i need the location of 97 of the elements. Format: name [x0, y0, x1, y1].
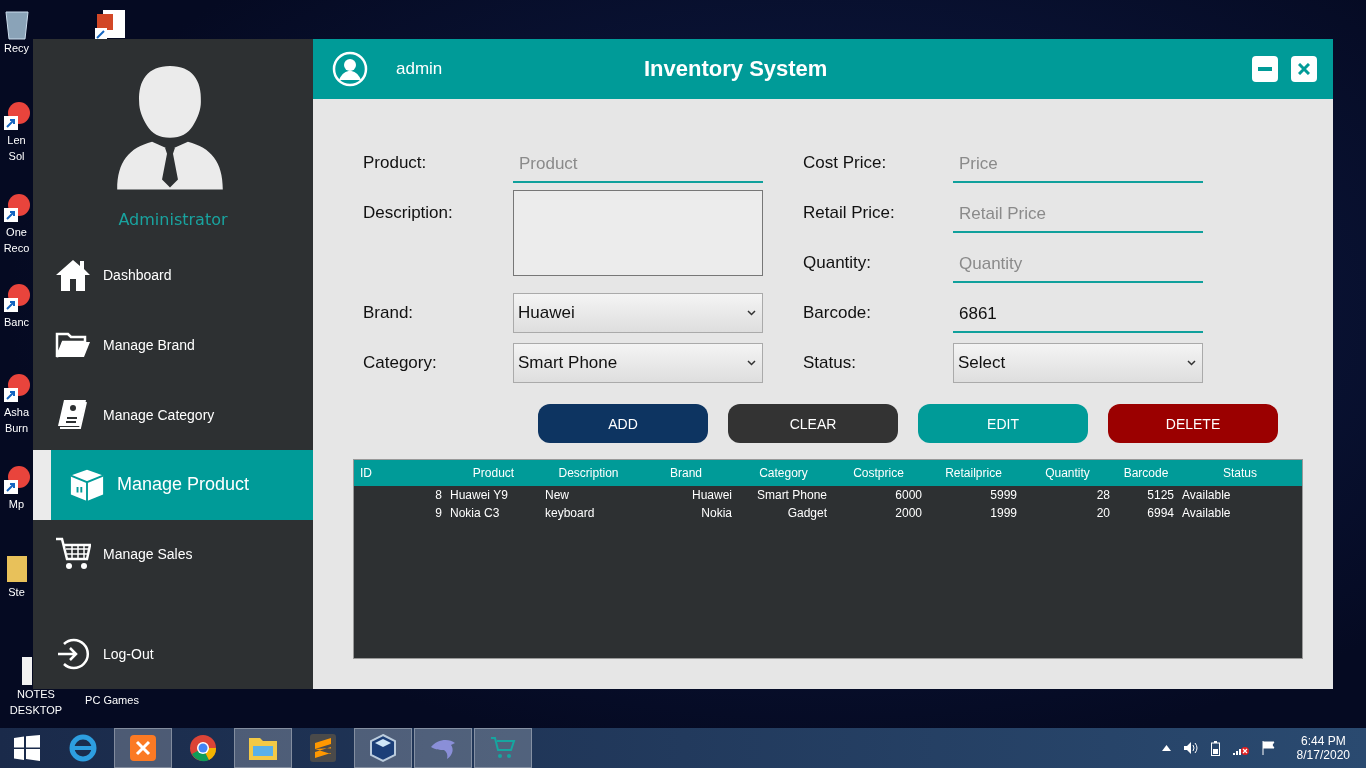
show-hidden-icons-icon[interactable]	[1161, 745, 1171, 751]
caret-icon	[1187, 360, 1196, 366]
chrome-icon	[188, 733, 218, 763]
field-label: Cost Price:	[803, 153, 888, 173]
description-field[interactable]	[513, 190, 763, 276]
desktop-icon-label[interactable]: Asha	[3, 404, 30, 420]
table-cell-text: Available	[1181, 488, 1232, 502]
table-cell-text: Huawei	[690, 488, 733, 502]
caret-icon	[747, 310, 756, 316]
desktop-icon-label[interactable]: Burn	[4, 420, 29, 436]
text-field[interactable]: Price	[953, 143, 1203, 183]
battery-icon[interactable]	[1210, 740, 1220, 756]
text-field[interactable]: 6861	[953, 293, 1203, 333]
desktop-icon-label[interactable]: Len	[7, 132, 26, 148]
shortcut-icon[interactable]	[1, 464, 32, 496]
cube-icon	[368, 733, 398, 763]
desktop-icon-label[interactable]: Sol	[8, 148, 25, 164]
x-logo-icon	[128, 733, 158, 763]
text-field[interactable]: Quantity	[953, 243, 1203, 283]
desktop-icon-label[interactable]: One	[6, 224, 27, 240]
flag-icon[interactable]	[1261, 741, 1275, 755]
logout-icon	[55, 637, 91, 672]
table-cell-text: 6000	[894, 488, 923, 502]
dropdown[interactable]: Smart Phone	[513, 343, 763, 383]
table-cell-text: 9	[434, 506, 443, 520]
text-field[interactable]: Product	[513, 143, 763, 183]
desktop-icon-label[interactable]: Recy	[3, 40, 30, 56]
table-cell-text: Available	[1181, 506, 1232, 520]
desktop-icon-label[interactable]: PC Games	[85, 692, 139, 708]
clock-date[interactable]: 8/17/2020	[1296, 748, 1350, 762]
table-cell-text: New	[544, 488, 570, 502]
desktop-icon-label[interactable]: Ste	[8, 584, 25, 600]
table-cell-text: 2000	[894, 506, 923, 520]
minimize-button[interactable]	[1252, 56, 1278, 82]
field-label: Product:	[363, 153, 428, 173]
username-label: admin	[396, 59, 444, 79]
dropdown[interactable]: Select	[953, 343, 1203, 383]
desktop-icon-label[interactable]: Banc	[3, 314, 30, 330]
field-label: Quantity:	[803, 253, 873, 273]
table-cell-text: keyboard	[544, 506, 596, 520]
taskbar-app-button[interactable]	[234, 728, 292, 768]
editor-s-icon	[309, 733, 337, 763]
nav-item[interactable]: Dashboard	[33, 240, 313, 311]
role-label: Administrator	[118, 209, 228, 229]
shortcut-icon[interactable]	[1, 282, 32, 314]
folder-icon[interactable]	[4, 554, 29, 584]
notepad-icon[interactable]	[22, 656, 32, 686]
minimize-icon	[1258, 67, 1272, 71]
shortcut-icon[interactable]	[1, 192, 32, 224]
action-button[interactable]: ADD	[538, 404, 708, 443]
table-cell-text: 5125	[1146, 488, 1175, 502]
close-button[interactable]	[1291, 56, 1317, 82]
table-cell-text: Nokia	[700, 506, 733, 520]
table-cell-text: 1999	[989, 506, 1018, 520]
desktop-icon-label[interactable]: Reco	[3, 240, 30, 256]
app-title: Inventory System	[644, 56, 829, 82]
user-icon	[332, 51, 368, 87]
field-label: Category:	[363, 353, 438, 373]
table-cell-text: Huawei Y9	[449, 488, 509, 502]
table-cell-text: Nokia C3	[449, 506, 501, 520]
nav-item[interactable]: Manage Sales	[33, 519, 313, 590]
action-button[interactable]: CLEAR	[728, 404, 898, 443]
text-field[interactable]: Retail Price	[953, 193, 1203, 233]
table-cell-text: 20	[1095, 506, 1111, 520]
field-label: Barcode:	[803, 303, 873, 323]
user-silhouette-icon	[117, 64, 223, 190]
nav-item[interactable]: Manage Category	[33, 380, 313, 450]
table-cell-text: 5999	[989, 488, 1018, 502]
field-label: Status:	[803, 353, 857, 373]
table-cell-text: 8	[434, 488, 443, 502]
folder-icon	[55, 331, 91, 360]
shopping-cart-icon	[55, 537, 91, 572]
nav-item[interactable]: Manage Brand	[33, 310, 313, 381]
taskbar-app-button[interactable]	[114, 728, 172, 768]
field-label: Brand:	[363, 303, 415, 323]
dropdown[interactable]: Huawei	[513, 293, 763, 333]
shopping-cart-icon	[490, 736, 516, 760]
close-icon	[1298, 63, 1310, 75]
field-label: Retail Price:	[803, 203, 896, 223]
clock-time[interactable]: 6:44 PM	[1300, 734, 1346, 748]
desktop-icon-label[interactable]: Mp	[8, 496, 25, 512]
table-cell-text: 28	[1095, 488, 1111, 502]
volume-icon[interactable]	[1182, 741, 1199, 755]
presentation-file-icon[interactable]	[93, 8, 127, 42]
action-button[interactable]: DELETE	[1108, 404, 1278, 443]
shortcut-icon[interactable]	[1, 372, 32, 404]
caret-icon	[747, 360, 756, 366]
browser-e-icon	[68, 733, 98, 763]
home-icon	[55, 258, 91, 293]
field-label: Description:	[363, 203, 454, 223]
table-cell-text: 6994	[1146, 506, 1175, 520]
desktop-icon-label[interactable]: DESKTOP	[9, 702, 63, 718]
table-cell-text: Smart Phone	[755, 488, 828, 502]
shortcut-icon[interactable]	[1, 100, 32, 132]
table-cell-text: Gadget	[786, 506, 828, 520]
taskbar-app-button[interactable]	[354, 728, 412, 768]
windows-logo-icon	[14, 735, 40, 761]
